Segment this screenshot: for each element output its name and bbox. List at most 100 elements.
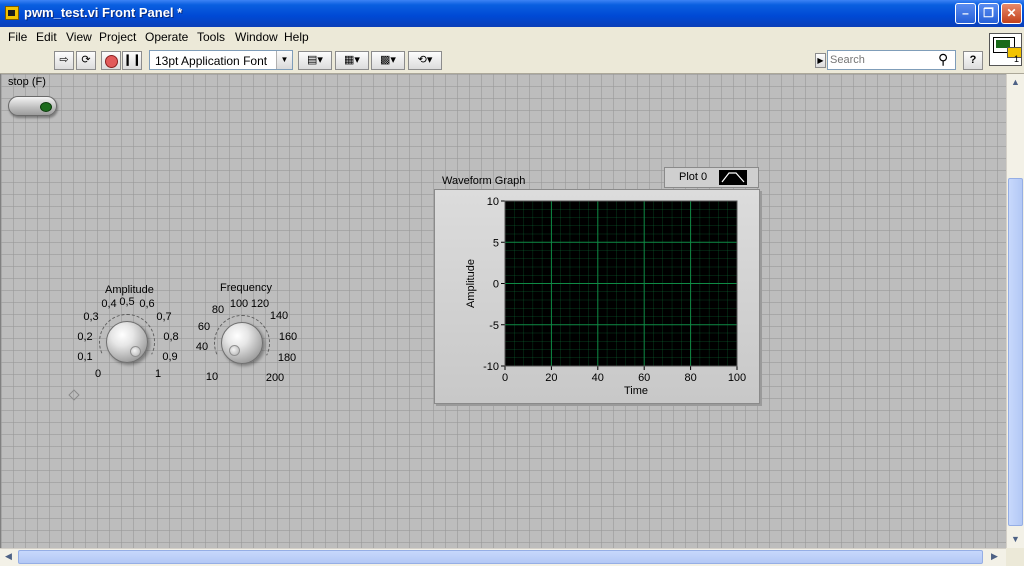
resize-objects-icon: ▩▾	[380, 54, 396, 66]
scroll-up-icon[interactable]: ▲	[1011, 77, 1020, 87]
scroll-down-icon[interactable]: ▼	[1011, 534, 1020, 544]
x-tick-label: 20	[545, 372, 557, 384]
y-axis-label: Amplitude	[465, 259, 477, 308]
amplitude-tick: 0,9	[162, 351, 178, 363]
amplitude-tick: 0,6	[139, 298, 155, 310]
menu-tools[interactable]: Tools	[197, 30, 225, 44]
waveform-graph-svg: 0 20 40 60 80 100 10 5 0 -5 -10 Time Amplitude	[465, 196, 746, 397]
amplitude-tick: 0	[94, 368, 102, 380]
font-selector[interactable]: 13pt Application Font ▼	[149, 50, 293, 70]
vi-icon-label: 1	[1014, 54, 1020, 64]
stop-button[interactable]	[8, 96, 57, 116]
restore-button[interactable]: ❐	[978, 3, 999, 24]
frequency-tick: 10	[205, 371, 219, 383]
vertical-scrollbar[interactable]: ▲ ▼	[1006, 74, 1024, 548]
abort-button[interactable]	[101, 51, 121, 70]
x-tick-label: 40	[592, 372, 604, 384]
frequency-tick: 200	[265, 372, 285, 384]
y-tick-label: 10	[487, 196, 499, 208]
minimize-button[interactable]: –	[955, 3, 976, 24]
menu-window[interactable]: Window	[235, 30, 278, 44]
reorder-button[interactable]: ⟲▾	[408, 51, 442, 70]
run-arrow-icon: ⇨	[59, 54, 69, 66]
frequency-tick: 40	[195, 341, 209, 353]
scroll-left-icon[interactable]: ◀	[5, 551, 12, 562]
menu-project[interactable]: Project	[99, 30, 136, 44]
horizontal-scrollbar-thumb[interactable]	[18, 550, 983, 564]
title-bar: pwm_test.vi Front Panel * – ❐ ✕	[0, 0, 1024, 27]
search-options-button[interactable]: ▶	[815, 53, 826, 68]
amplitude-tick: 0,4	[101, 298, 117, 310]
waveform-graph[interactable]: 0 20 40 60 80 100 10 5 0 -5 -10 Time Amplitude	[434, 189, 760, 404]
distribute-objects-button[interactable]: ▦▾	[335, 51, 369, 70]
x-tick-label: 0	[502, 372, 508, 384]
align-objects-button[interactable]: ▤▾	[298, 51, 332, 70]
amplitude-label: Amplitude	[105, 284, 154, 296]
close-button[interactable]: ✕	[1001, 3, 1022, 24]
horizontal-scrollbar[interactable]: ◀ ▶	[0, 548, 1006, 566]
run-continuously-button[interactable]: ⟳	[76, 51, 96, 70]
pause-icon: ❙❙	[123, 54, 142, 66]
amplitude-tick: 0,5	[119, 296, 135, 308]
triangle-right-icon: ▶	[817, 56, 824, 65]
y-tick-label: -5	[489, 320, 499, 332]
frequency-tick: 60	[197, 321, 211, 333]
frequency-tick: 180	[277, 352, 297, 364]
plot-line-swatch-svg	[721, 172, 745, 183]
stop-label: stop (F)	[8, 76, 46, 88]
reorder-icon: ⟲▾	[417, 54, 433, 66]
plot-line-swatch-icon	[719, 170, 747, 185]
frequency-tick: 80	[211, 304, 225, 316]
frequency-label: Frequency	[220, 282, 272, 294]
menu-bar: File Edit View Project Operate Tools Win…	[0, 27, 1024, 47]
front-panel-canvas[interactable]: stop (F) Amplitude 0 0,1 0,2 0,3 0,4 0,5…	[0, 74, 1006, 548]
frequency-tick: 100	[229, 298, 249, 310]
window-title: pwm_test.vi Front Panel *	[24, 5, 183, 20]
abort-stop-icon	[104, 55, 118, 68]
align-objects-icon: ▤▾	[307, 54, 323, 66]
y-tick-label: 5	[493, 237, 499, 249]
frequency-tick: 120	[250, 298, 270, 310]
run-continuously-icon: ⟳	[81, 54, 91, 66]
menu-edit[interactable]: Edit	[36, 30, 57, 44]
chevron-down-icon[interactable]: ▼	[276, 51, 292, 69]
font-selector-value: 13pt Application Font	[155, 54, 268, 68]
distribute-objects-icon: ▦▾	[344, 54, 360, 66]
amplitude-tick: 0,7	[156, 311, 172, 323]
menu-operate[interactable]: Operate	[145, 30, 188, 44]
labview-app-icon[interactable]	[5, 6, 19, 20]
search-input[interactable]	[830, 52, 934, 67]
stop-led-indicator	[40, 102, 52, 112]
help-question-icon: ?	[969, 54, 977, 66]
search-icon[interactable]: ⚲	[938, 51, 948, 68]
vi-connector-icon[interactable]: 1	[989, 33, 1022, 66]
plot-legend[interactable]: Plot 0	[664, 167, 759, 188]
x-axis-label: Time	[624, 385, 648, 397]
menu-view[interactable]: View	[66, 30, 92, 44]
y-tick-label: -10	[483, 361, 499, 373]
vertical-scrollbar-thumb[interactable]	[1008, 178, 1023, 526]
waveform-graph-label: Waveform Graph	[442, 175, 526, 187]
search-box[interactable]: ⚲	[827, 50, 956, 70]
amplitude-tick: 1	[154, 368, 162, 380]
amplitude-tick: 0,2	[77, 331, 93, 343]
frequency-tick: 140	[269, 310, 289, 322]
amplitude-tick: 0,3	[83, 311, 99, 323]
resize-objects-button[interactable]: ▩▾	[371, 51, 405, 70]
pause-button[interactable]: ❙❙	[122, 51, 142, 70]
menu-help[interactable]: Help	[284, 30, 309, 44]
x-tick-label: 80	[684, 372, 696, 384]
alignment-marker	[68, 389, 80, 401]
plot-legend-name: Plot 0	[679, 171, 708, 183]
x-tick-label: 60	[638, 372, 650, 384]
help-button[interactable]: ?	[963, 51, 983, 70]
y-tick-label: 0	[493, 279, 499, 291]
scrollbar-corner	[1006, 548, 1024, 566]
toolbar: ⇨ ⟳ ❙❙ 13pt Application Font ▼ ▤▾ ▦▾ ▩▾ …	[0, 47, 1024, 74]
frequency-tick: 160	[278, 331, 298, 343]
run-button[interactable]: ⇨	[54, 51, 74, 70]
amplitude-tick: 0,8	[163, 331, 179, 343]
scroll-right-icon[interactable]: ▶	[991, 551, 998, 562]
menu-file[interactable]: File	[8, 30, 27, 44]
plot-swatch-line	[721, 172, 745, 183]
